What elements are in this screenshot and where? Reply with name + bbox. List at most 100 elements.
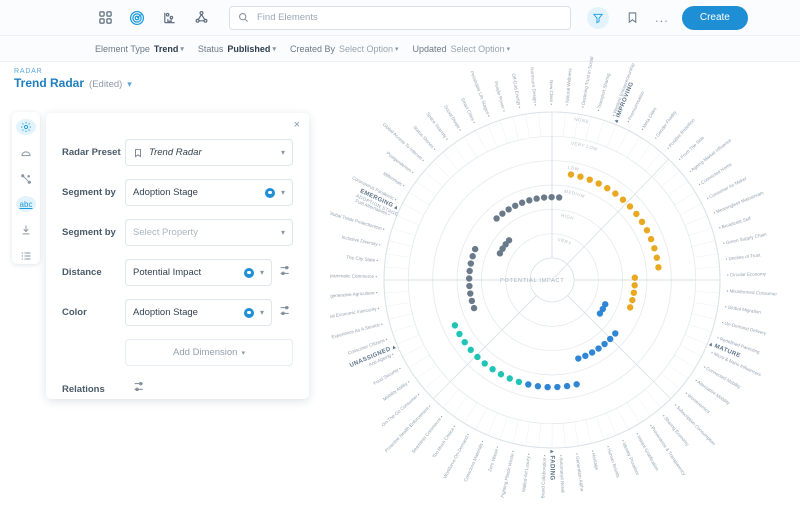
- radar-point[interactable]: [626, 203, 634, 210]
- radar-point-label[interactable]: ▪ Heritage: [590, 450, 600, 471]
- radar-point-label[interactable]: ▪ Natural Wellness: [564, 67, 572, 106]
- radar-point[interactable]: [601, 340, 608, 348]
- radar-point[interactable]: [467, 346, 474, 354]
- filter-button[interactable]: [587, 6, 609, 29]
- radar-point-label[interactable]: Regenerative Agriculture ▪: [330, 290, 378, 299]
- radar-point-label[interactable]: Too Much Choice ▪: [431, 424, 457, 459]
- radar-point-label[interactable]: Social Divide ▪: [443, 104, 463, 132]
- search-box[interactable]: [229, 5, 571, 30]
- radar-point[interactable]: [471, 245, 479, 253]
- radar-point[interactable]: [525, 381, 532, 388]
- close-icon[interactable]: ×: [294, 120, 300, 131]
- radar-icon[interactable]: [127, 8, 147, 28]
- chart-icon[interactable]: [159, 8, 179, 28]
- radar-point-label[interactable]: ▪ Consumer As Maker: [706, 175, 748, 200]
- radar-point[interactable]: [467, 260, 475, 267]
- radar-point-label[interactable]: Postgenderism ▪: [385, 151, 415, 176]
- radar-point-label[interactable]: ▪ Identity Pluralism: [620, 439, 640, 476]
- radar-point-label[interactable]: Global Trade Protectionism ▪: [330, 210, 386, 232]
- radar-point-label[interactable]: Conscious Materials ▪: [463, 439, 485, 482]
- radar-point[interactable]: [470, 304, 478, 312]
- radar-point-label[interactable]: ▪ Meta Cities: [640, 106, 658, 131]
- shape-icon[interactable]: [16, 145, 36, 161]
- radar-point-label[interactable]: People Power ▪: [493, 81, 507, 113]
- filter-element-type[interactable]: Element Type Trend ▾: [95, 44, 184, 54]
- radar-point[interactable]: [647, 235, 655, 243]
- radar-point-label[interactable]: ▪ Transport Sharing: [596, 72, 611, 112]
- radar-point[interactable]: [577, 173, 584, 180]
- radar-point[interactable]: [651, 245, 658, 252]
- radar-point[interactable]: [629, 296, 636, 304]
- radar-point[interactable]: [554, 383, 561, 391]
- radar-point-label[interactable]: ▪ Human Brands: [605, 445, 621, 479]
- bookmark-button[interactable]: [622, 8, 642, 28]
- segment-by-1-select[interactable]: Adoption Stage ▾: [125, 179, 293, 206]
- clear-icon[interactable]: [264, 187, 275, 198]
- radar-point[interactable]: [474, 353, 481, 361]
- radar-point[interactable]: [655, 264, 662, 271]
- create-button[interactable]: Create: [681, 5, 748, 30]
- radar-preset-select[interactable]: Trend Radar ▾: [125, 139, 293, 166]
- radar-point-label[interactable]: Inclusive Diversity ▪: [341, 235, 381, 248]
- clear-icon[interactable]: [243, 307, 254, 318]
- color-select[interactable]: Adoption Stage ▾: [125, 299, 272, 326]
- more-button[interactable]: ...: [655, 11, 669, 24]
- radar-point-label[interactable]: Proactive Health Enforcement ▪: [384, 404, 432, 454]
- radar-point-label[interactable]: ▪ Womenomics: [684, 391, 711, 415]
- radar-point-label[interactable]: ▪ Misinformed Consumer: [727, 288, 778, 296]
- radar-point[interactable]: [533, 195, 540, 202]
- radar-point[interactable]: [653, 254, 661, 261]
- filter-status[interactable]: Status Published ▾: [198, 44, 276, 54]
- radar-point[interactable]: [481, 360, 488, 367]
- radar-point[interactable]: [630, 289, 638, 296]
- radar-point[interactable]: [606, 335, 614, 343]
- radar-point-label[interactable]: Food Security ▪: [372, 366, 402, 386]
- radar-point-label[interactable]: ▪ Automated Retail: [559, 455, 566, 493]
- radar-point[interactable]: [468, 297, 476, 305]
- radar-point[interactable]: [506, 375, 513, 382]
- radar-point[interactable]: [555, 194, 563, 201]
- radar-point[interactable]: [548, 193, 555, 201]
- radar-point[interactable]: [540, 194, 548, 201]
- radar-point-label[interactable]: Programmatic Commerce ▪: [330, 273, 377, 279]
- radar-point[interactable]: [466, 267, 473, 275]
- radar-point[interactable]: [497, 371, 505, 378]
- radar-point[interactable]: [465, 275, 473, 282]
- radar-point[interactable]: [626, 304, 634, 311]
- clear-icon[interactable]: [243, 267, 254, 278]
- settings-icon[interactable]: [16, 119, 36, 135]
- radar-point-label[interactable]: ▪ On-Demand Delivery: [721, 320, 767, 336]
- radar-point[interactable]: [573, 381, 580, 388]
- segment-by-2-select[interactable]: Select Property ▾: [125, 219, 293, 246]
- radar-point[interactable]: [512, 202, 519, 209]
- radar-point[interactable]: [638, 218, 646, 226]
- connections-icon[interactable]: [16, 171, 36, 187]
- radar-point-label[interactable]: New Class ▪: [549, 80, 554, 105]
- radar-point[interactable]: [544, 383, 551, 391]
- radar-point[interactable]: [586, 176, 593, 183]
- radar-point[interactable]: [493, 215, 500, 222]
- distance-settings-icon[interactable]: [279, 264, 293, 282]
- radar-point-label[interactable]: ▪ Instant Gratification: [635, 432, 660, 472]
- chevron-down-icon[interactable]: ▾: [127, 79, 132, 90]
- radar-point[interactable]: [505, 237, 513, 244]
- radar-point[interactable]: [604, 184, 611, 192]
- radar-point[interactable]: [466, 282, 473, 290]
- radar-point-label[interactable]: ▪ Gender Fluidity: [653, 109, 678, 140]
- radar-point[interactable]: [467, 290, 474, 297]
- radar-point[interactable]: [643, 227, 651, 234]
- radar-point[interactable]: [563, 382, 571, 390]
- radar-point-label[interactable]: Global Economic Insecurity ▪: [330, 306, 380, 321]
- radar-point-label[interactable]: Mobility Ability ▪: [382, 379, 411, 402]
- distance-select[interactable]: Potential Impact ▾: [125, 259, 272, 286]
- radar-point[interactable]: [505, 206, 512, 213]
- radar-point[interactable]: [631, 274, 639, 281]
- list-icon[interactable]: [16, 248, 36, 264]
- radar-point-label[interactable]: Off-Grid Energy ▪: [511, 73, 522, 109]
- radar-point-label[interactable]: Smart Cities ▪: [460, 97, 477, 125]
- relations-settings-icon[interactable]: [133, 380, 147, 398]
- radar-point[interactable]: [451, 322, 459, 329]
- element-type-value[interactable]: Trend ▾: [154, 44, 184, 54]
- grid-icon[interactable]: [95, 8, 115, 28]
- radar-point[interactable]: [567, 171, 575, 178]
